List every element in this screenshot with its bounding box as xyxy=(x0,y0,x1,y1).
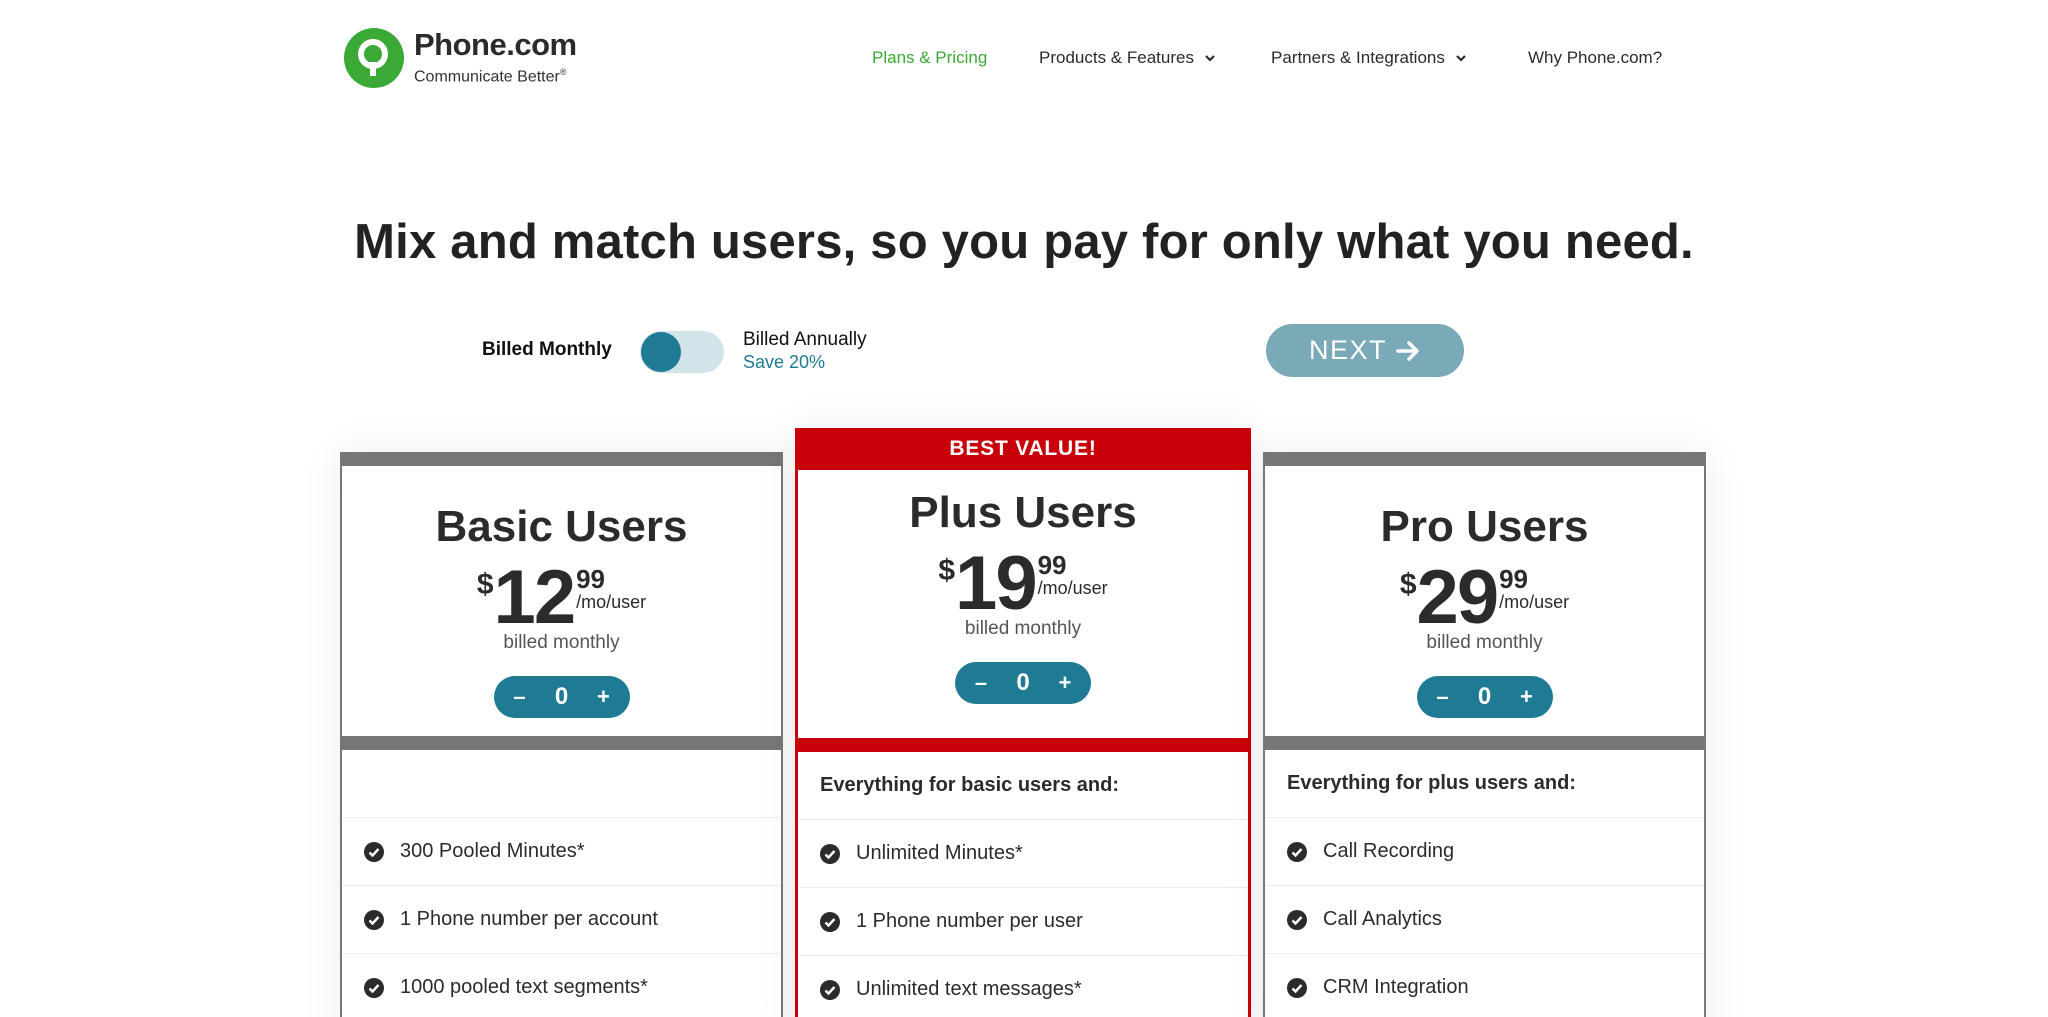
feature-item: CRM Integration xyxy=(1265,954,1704,1017)
chevron-down-icon xyxy=(1456,55,1466,62)
feature-item: 1 Phone number per account xyxy=(342,886,781,954)
arrow-right-icon xyxy=(1396,340,1419,361)
check-circle-icon xyxy=(820,979,840,1000)
quantity-stepper: – 0 + xyxy=(1416,676,1553,718)
billing-toggle[interactable] xyxy=(640,331,724,373)
feature-item: Unlimited Minutes* xyxy=(798,820,1248,888)
plan-name: Plus Users xyxy=(909,488,1137,537)
check-circle-icon xyxy=(1287,841,1307,862)
plan-price: $ 29 99/mo/user xyxy=(1399,555,1570,640)
features-heading xyxy=(342,750,781,818)
card-divider xyxy=(342,736,781,750)
card-divider xyxy=(798,738,1248,752)
feature-item: Unlimited text messages* xyxy=(798,956,1248,1017)
increment-button[interactable]: + xyxy=(593,684,613,710)
feature-item: 300 Pooled Minutes* xyxy=(342,818,781,886)
quantity-value: 0 xyxy=(1016,669,1030,696)
feature-item: 1000 pooled text segments* xyxy=(342,954,781,1017)
increment-button[interactable]: + xyxy=(1516,684,1536,710)
check-circle-icon xyxy=(364,977,384,998)
main-nav: Plans & Pricing Products & Features Part… xyxy=(0,48,2048,70)
quantity-value: 0 xyxy=(1477,683,1492,710)
nav-products-features[interactable]: Products & Features xyxy=(1039,48,1216,68)
feature-item: Call Recording xyxy=(1265,818,1704,886)
page-headline: Mix and match users, so you pay for only… xyxy=(354,215,1694,269)
check-circle-icon xyxy=(820,911,840,932)
quantity-stepper: – 0 + xyxy=(955,662,1091,704)
decrement-button[interactable]: – xyxy=(510,684,530,710)
plan-card-pro: Pro Users $ 29 99/mo/user billed monthly… xyxy=(1263,452,1706,1017)
plan-card-plus: BEST VALUE! Plus Users $ 19 99/mo/user b… xyxy=(795,428,1251,1017)
plan-name: Pro Users xyxy=(1380,502,1589,551)
chevron-down-icon xyxy=(1205,55,1215,62)
check-circle-icon xyxy=(1287,909,1307,930)
plan-price: $ 19 99/mo/user xyxy=(938,541,1108,626)
quantity-value: 0 xyxy=(554,683,569,710)
nav-partners-integrations[interactable]: Partners & Integrations xyxy=(1271,48,1467,68)
check-circle-icon xyxy=(1287,977,1307,998)
features-heading: Everything for basic users and: xyxy=(798,752,1248,820)
decrement-button[interactable]: – xyxy=(1433,684,1453,710)
check-circle-icon xyxy=(820,843,840,864)
features-heading: Everything for plus users and: xyxy=(1265,750,1704,818)
best-value-badge: BEST VALUE! xyxy=(798,428,1248,470)
check-circle-icon xyxy=(364,909,384,930)
increment-button[interactable]: + xyxy=(1055,670,1075,696)
card-divider xyxy=(1265,736,1704,750)
decrement-button[interactable]: – xyxy=(971,670,991,696)
billing-period: billed monthly xyxy=(1426,632,1543,653)
annual-savings-text: Save 20% xyxy=(743,352,826,372)
quantity-stepper: – 0 + xyxy=(493,676,630,718)
toggle-knob xyxy=(641,332,681,372)
nav-plans-pricing[interactable]: Plans & Pricing xyxy=(872,48,987,68)
next-button[interactable]: NEXT xyxy=(1266,324,1464,377)
billed-annually-label[interactable]: Billed Annually xyxy=(743,329,867,351)
next-button-label: NEXT xyxy=(1308,335,1387,365)
check-circle-icon xyxy=(364,841,384,862)
feature-item: Call Analytics xyxy=(1265,886,1704,954)
billed-monthly-label[interactable]: Billed Monthly xyxy=(482,339,612,361)
plan-price: $ 12 99/mo/user xyxy=(476,555,647,640)
billing-period: billed monthly xyxy=(964,618,1082,639)
plan-name: Basic Users xyxy=(435,502,688,551)
nav-why-phone-com[interactable]: Why Phone.com? xyxy=(1528,48,1662,68)
feature-item: 1 Phone number per user xyxy=(798,888,1248,956)
billing-period: billed monthly xyxy=(503,632,620,653)
plan-card-basic: Basic Users $ 12 99/mo/user billed month… xyxy=(340,452,783,1017)
